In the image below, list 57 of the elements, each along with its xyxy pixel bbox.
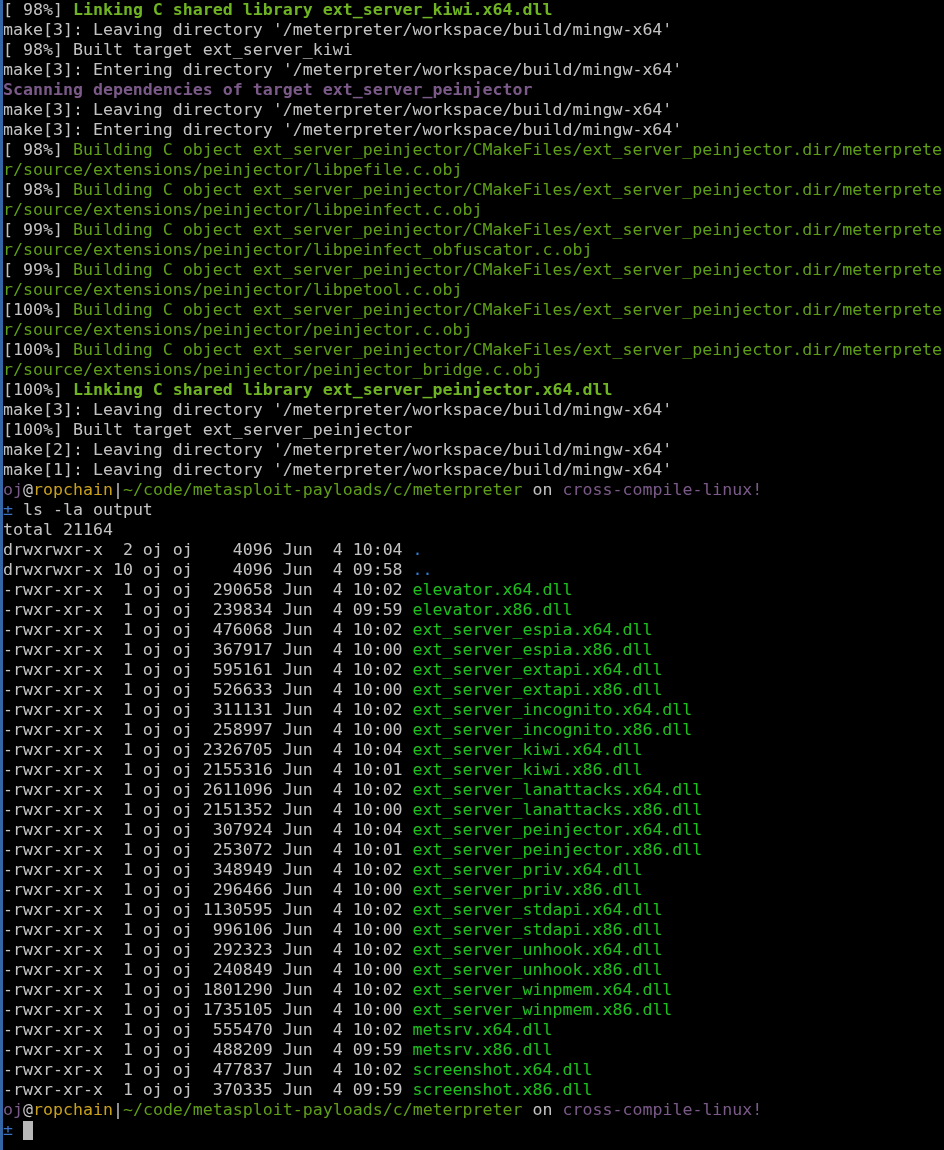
terminal-line: drwxrwxr-x 2 oj oj 4096 Jun 4 10:04 . bbox=[3, 540, 423, 560]
terminal-line: -rwxr-xr-x 1 oj oj 240849 Jun 4 10:00 ext_server_unhook.x86.dll bbox=[3, 960, 663, 980]
terminal-line: -rwxr-xr-x 1 oj oj 477837 Jun 4 10:02 screenshot.x64.dll bbox=[3, 1060, 593, 1080]
terminal-line: make[3]: Entering directory '/meterpreter/workspace/build/mingw-x64' bbox=[3, 120, 683, 140]
terminal-line: -rwxr-xr-x 1 oj oj 1801290 Jun 4 10:02 ext_server_winpmem.x64.dll bbox=[3, 980, 673, 1000]
terminal-line: total 21164 bbox=[3, 520, 113, 540]
terminal-line: -rwxr-xr-x 1 oj oj 526633 Jun 4 10:00 ext_server_extapi.x86.dll bbox=[3, 680, 663, 700]
terminal-line: -rwxr-xr-x 1 oj oj 239834 Jun 4 09:59 elevator.x86.dll bbox=[3, 600, 573, 620]
terminal-line: [100%] Building C object ext_server_peinjector/CMakeFiles/ext_server_peinjector.dir/meterprete bbox=[3, 300, 943, 320]
terminal-line: make[1]: Leaving directory '/meterpreter/workspace/build/mingw-x64' bbox=[3, 460, 673, 480]
terminal-line: -rwxr-xr-x 1 oj oj 2611096 Jun 4 10:02 ext_server_lanattacks.x64.dll bbox=[3, 780, 703, 800]
terminal-line: make[2]: Leaving directory '/meterpreter/workspace/build/mingw-x64' bbox=[3, 440, 673, 460]
terminal-line: -rwxr-xr-x 1 oj oj 2326705 Jun 4 10:04 ext_server_kiwi.x64.dll bbox=[3, 740, 643, 760]
terminal-line: -rwxr-xr-x 1 oj oj 253072 Jun 4 10:01 ext_server_peinjector.x86.dll bbox=[3, 840, 703, 860]
terminal-line: -rwxr-xr-x 1 oj oj 2155316 Jun 4 10:01 ext_server_kiwi.x86.dll bbox=[3, 760, 643, 780]
terminal-line: -rwxr-xr-x 1 oj oj 290658 Jun 4 10:02 elevator.x64.dll bbox=[3, 580, 573, 600]
terminal-line: r/source/extensions/peinjector/libpeinfect.c.obj bbox=[3, 200, 483, 220]
terminal-line: r/source/extensions/peinjector/peinjector_bridge.c.obj bbox=[3, 360, 543, 380]
terminal-line: -rwxr-xr-x 1 oj oj 1735105 Jun 4 10:00 ext_server_winpmem.x86.dll bbox=[3, 1000, 673, 1020]
terminal-line: -rwxr-xr-x 1 oj oj 307924 Jun 4 10:04 ext_server_peinjector.x64.dll bbox=[3, 820, 703, 840]
terminal-line: [ 98%] Built target ext_server_kiwi bbox=[3, 40, 353, 60]
terminal-line: [ 99%] Building C object ext_server_peinjector/CMakeFiles/ext_server_peinjector.dir/meterprete bbox=[3, 220, 943, 240]
terminal-line: drwxrwxr-x 10 oj oj 4096 Jun 4 09:58 .. bbox=[3, 560, 433, 580]
terminal-line: [ 98%] Linking C shared library ext_server_kiwi.x64.dll bbox=[3, 0, 553, 20]
terminal-line: -rwxr-xr-x 1 oj oj 996106 Jun 4 10:00 ext_server_stdapi.x86.dll bbox=[3, 920, 663, 940]
terminal-line: [ 98%] Building C object ext_server_peinjector/CMakeFiles/ext_server_peinjector.dir/meterprete bbox=[3, 180, 943, 200]
terminal-line: -rwxr-xr-x 1 oj oj 595161 Jun 4 10:02 ext_server_extapi.x64.dll bbox=[3, 660, 663, 680]
terminal-line: -rwxr-xr-x 1 oj oj 311131 Jun 4 10:02 ext_server_incognito.x64.dll bbox=[3, 700, 693, 720]
terminal-line: -rwxr-xr-x 1 oj oj 367917 Jun 4 10:00 ext_server_espia.x86.dll bbox=[3, 640, 653, 660]
terminal-line: -rwxr-xr-x 1 oj oj 370335 Jun 4 09:59 screenshot.x86.dll bbox=[3, 1080, 593, 1100]
terminal-line: ± ls -la output bbox=[3, 500, 153, 520]
terminal-line: -rwxr-xr-x 1 oj oj 2151352 Jun 4 10:00 ext_server_lanattacks.x86.dll bbox=[3, 800, 703, 820]
terminal-line: -rwxr-xr-x 1 oj oj 292323 Jun 4 10:02 ext_server_unhook.x64.dll bbox=[3, 940, 663, 960]
terminal-line: make[3]: Leaving directory '/meterpreter/workspace/build/mingw-x64' bbox=[3, 20, 673, 40]
terminal-line: -rwxr-xr-x 1 oj oj 488209 Jun 4 09:59 metsrv.x86.dll bbox=[3, 1040, 553, 1060]
terminal-line: make[3]: Leaving directory '/meterpreter/workspace/build/mingw-x64' bbox=[3, 100, 673, 120]
terminal-line: -rwxr-xr-x 1 oj oj 476068 Jun 4 10:02 ext_server_espia.x64.dll bbox=[3, 620, 653, 640]
terminal-line: r/source/extensions/peinjector/libpeinfect_obfuscator.c.obj bbox=[3, 240, 593, 260]
terminal-line: [ 99%] Building C object ext_server_peinjector/CMakeFiles/ext_server_peinjector.dir/meterprete bbox=[3, 260, 943, 280]
terminal-line: [100%] Linking C shared library ext_server_peinjector.x64.dll bbox=[3, 380, 613, 400]
terminal-line: r/source/extensions/peinjector/libpefile.c.obj bbox=[3, 160, 463, 180]
terminal-line: -rwxr-xr-x 1 oj oj 1130595 Jun 4 10:02 ext_server_stdapi.x64.dll bbox=[3, 900, 663, 920]
terminal-line: ± bbox=[3, 1120, 13, 1140]
terminal-line: make[3]: Entering directory '/meterpreter/workspace/build/mingw-x64' bbox=[3, 60, 683, 80]
terminal-line: -rwxr-xr-x 1 oj oj 555470 Jun 4 10:02 metsrv.x64.dll bbox=[3, 1020, 553, 1040]
terminal-line: oj@ropchain|~/code/metasploit-payloads/c/meterpreter on cross-compile-linux! bbox=[3, 480, 763, 500]
terminal-line: r/source/extensions/peinjector/libpetool.c.obj bbox=[3, 280, 463, 300]
terminal-line: [100%] Built target ext_server_peinjector bbox=[3, 420, 413, 440]
terminal-line: -rwxr-xr-x 1 oj oj 296466 Jun 4 10:00 ext_server_priv.x86.dll bbox=[3, 880, 643, 900]
terminal-line: [100%] Building C object ext_server_peinjector/CMakeFiles/ext_server_peinjector.dir/meterprete bbox=[3, 340, 943, 360]
terminal-line: make[3]: Leaving directory '/meterpreter/workspace/build/mingw-x64' bbox=[3, 400, 673, 420]
terminal-line: r/source/extensions/peinjector/peinjector.c.obj bbox=[3, 320, 473, 340]
terminal-line: [ 98%] Building C object ext_server_peinjector/CMakeFiles/ext_server_peinjector.dir/meterprete bbox=[3, 140, 943, 160]
terminal-line: -rwxr-xr-x 1 oj oj 348949 Jun 4 10:02 ext_server_priv.x64.dll bbox=[3, 860, 643, 880]
terminal-line: -rwxr-xr-x 1 oj oj 258997 Jun 4 10:00 ext_server_incognito.x86.dll bbox=[3, 720, 693, 740]
terminal-line: Scanning dependencies of target ext_server_peinjector bbox=[3, 80, 533, 100]
terminal-line: oj@ropchain|~/code/metasploit-payloads/c/meterpreter on cross-compile-linux! bbox=[3, 1100, 763, 1120]
